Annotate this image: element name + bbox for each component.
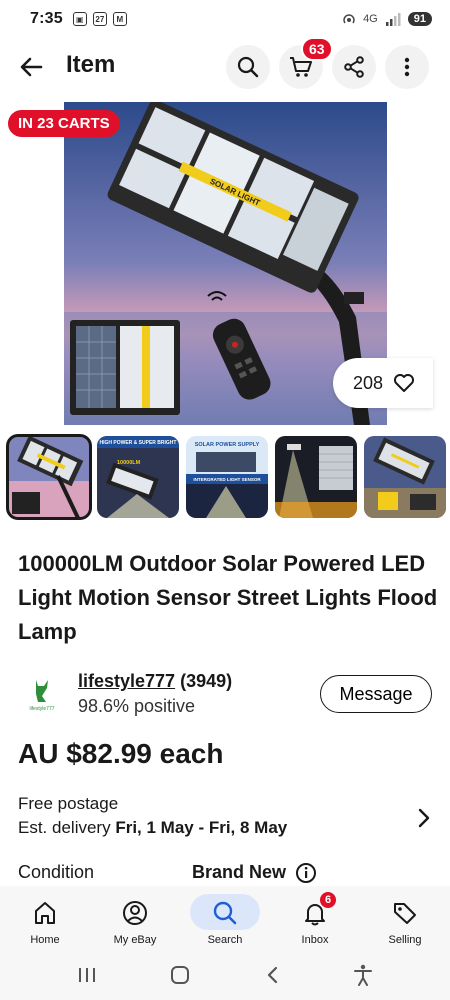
home-button-icon[interactable]: [170, 965, 190, 985]
search-icon: [213, 901, 237, 925]
bottom-navigation: Home My eBay Search 6 Inbox Selling: [0, 886, 450, 950]
screenshot-icon: ▣: [72, 12, 87, 26]
status-bar: 7:35 ▣ 27 M 4G 91: [0, 0, 450, 38]
gmail-icon: M: [112, 12, 127, 26]
system-navigation-bar: [0, 950, 450, 1000]
thumb2-caption: HIGH POWER & SUPER BRIGHT: [100, 440, 177, 446]
thumbnail-5[interactable]: [364, 436, 446, 518]
nav-my-ebay[interactable]: My eBay: [90, 886, 180, 950]
nav-home-label: Home: [30, 934, 60, 946]
status-time: 7:35: [30, 10, 63, 27]
delivery-prefix: Est. delivery: [18, 818, 116, 837]
watch-count: 208: [353, 372, 384, 393]
product-title: 100000LM Outdoor Solar Powered LED Light…: [18, 551, 438, 644]
info-icon[interactable]: [295, 862, 317, 884]
seller-feedback-count: (3949): [180, 671, 233, 691]
network-type: 4G: [363, 13, 378, 25]
chevron-right-icon: [418, 808, 430, 828]
nav-home[interactable]: Home: [0, 886, 90, 950]
nav-inbox-label: Inbox: [301, 934, 329, 946]
nav-selling[interactable]: Selling: [360, 886, 450, 950]
recent-apps-icon[interactable]: [77, 966, 97, 984]
top-app-bar: Item 63: [0, 37, 450, 94]
thumbnail-3[interactable]: SOLAR POWER SUPPLY INTERGRATED LIGHT SENS…: [186, 436, 268, 518]
page-title: Item: [66, 51, 116, 78]
item-price: AU $82.99 each: [18, 738, 224, 769]
seller-name-link[interactable]: lifestyle777: [78, 671, 175, 691]
condition-label: Condition: [18, 862, 95, 882]
thumbnail-4[interactable]: [275, 436, 357, 518]
nav-search[interactable]: Search: [180, 886, 270, 950]
thumb3-caption: SOLAR POWER SUPPLY: [195, 442, 260, 448]
more-options-button[interactable]: [385, 45, 429, 89]
nav-search-label: Search: [207, 934, 243, 946]
back-arrow-icon[interactable]: [16, 52, 46, 82]
search-button[interactable]: [226, 45, 270, 89]
in-carts-badge: IN 23 CARTS: [8, 110, 120, 137]
image-thumbnail-strip: HIGH POWER & SUPER BRIGHT 10000LM SOLAR P…: [6, 434, 450, 522]
seller-section: lifestyle777 lifestyle777 (3949) 98.6% p…: [18, 670, 438, 720]
delivery-dates: Fri, 1 May - Fri, 8 May: [115, 818, 288, 837]
more-vertical-icon: [404, 57, 410, 77]
thumb2-lumen: 10000LM: [117, 460, 141, 466]
home-icon: [35, 902, 55, 924]
thumb3-sensor: INTERGRATED LIGHT SENSOR: [193, 477, 261, 482]
thumbnail-1[interactable]: [6, 434, 92, 520]
condition-value: Brand New: [192, 862, 287, 882]
cart-button[interactable]: 63: [279, 37, 333, 89]
hotspot-icon: [343, 14, 355, 24]
nav-my-ebay-label: My eBay: [113, 934, 157, 946]
delivery-estimate: Est. delivery Fri, 1 May - Fri, 8 May: [18, 818, 287, 838]
message-seller-button[interactable]: Message: [320, 675, 432, 713]
postage-text: Free postage: [18, 794, 119, 813]
user-icon: [123, 901, 147, 925]
share-button[interactable]: [332, 45, 376, 89]
nav-selling-label: Selling: [388, 934, 422, 946]
heart-icon: [394, 374, 415, 392]
share-icon: [344, 56, 364, 78]
accessibility-icon[interactable]: [353, 964, 373, 986]
seller-logo-text: lifestyle777: [29, 706, 54, 712]
signal-icon: [385, 13, 401, 26]
seller-positive-rating: 98.6% positive: [78, 696, 196, 716]
thumbnail-2[interactable]: HIGH POWER & SUPER BRIGHT 10000LM: [97, 436, 179, 518]
back-button-icon[interactable]: [264, 965, 280, 985]
shipping-row[interactable]: Free postage Est. delivery Fri, 1 May - …: [18, 794, 438, 844]
inbox-badge: 6: [320, 892, 336, 908]
calendar-icon: 27: [92, 12, 107, 26]
seller-logo[interactable]: lifestyle777: [24, 676, 60, 712]
watch-button[interactable]: 208: [333, 358, 433, 408]
cart-count-badge: 63: [301, 37, 333, 61]
seller-name-line: lifestyle777 (3949): [78, 671, 232, 692]
condition-row: Condition Brand New: [18, 860, 438, 886]
tag-icon: [394, 903, 416, 924]
search-icon: [237, 56, 259, 78]
battery-indicator: 91: [407, 12, 432, 26]
nav-inbox[interactable]: 6 Inbox: [270, 886, 360, 950]
